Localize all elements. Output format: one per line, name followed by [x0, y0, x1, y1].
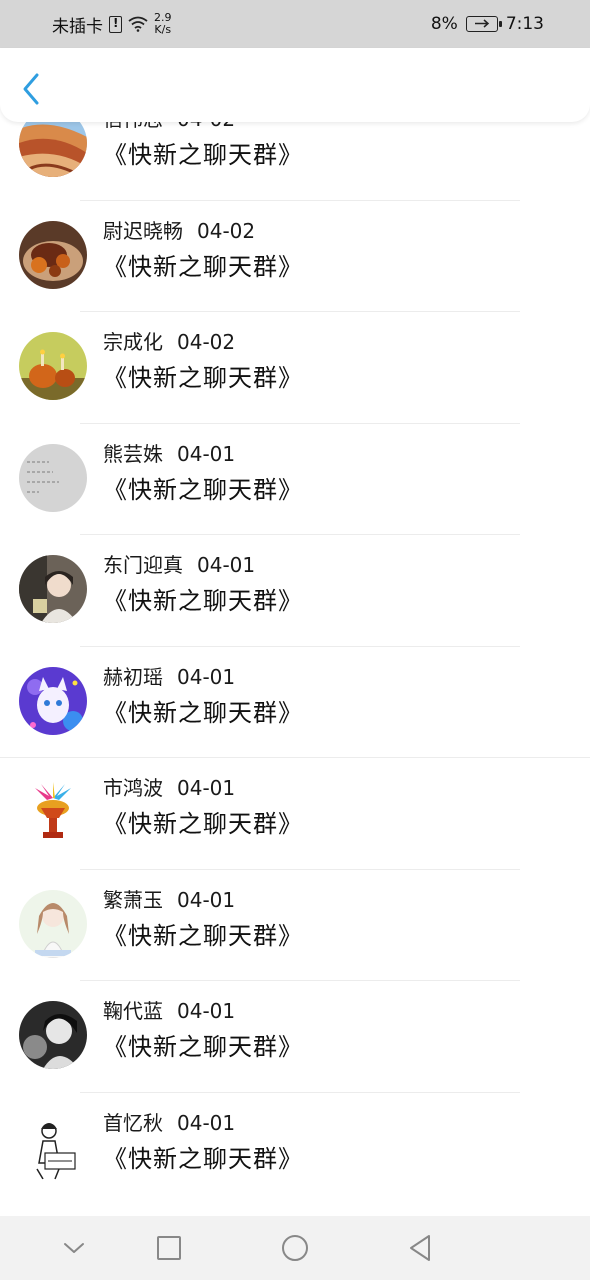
message-preview: 《快新之聊天群》: [103, 475, 303, 504]
nav-recents-button[interactable]: [153, 1232, 185, 1264]
wifi-icon: [128, 16, 148, 32]
member-name: 尉迟晓畅: [103, 218, 183, 243]
back-button[interactable]: [18, 72, 46, 106]
carrier-text: 未插卡: [52, 16, 103, 37]
nav-home-button[interactable]: [279, 1232, 311, 1264]
name-line: 繁萧玉 04-01: [103, 884, 235, 913]
avatar: [19, 555, 87, 623]
status-bar: 未插卡 2.9 K/s 8% 7:13: [0, 0, 590, 48]
avatar: [19, 220, 87, 289]
message-preview: 《快新之聊天群》: [103, 252, 303, 281]
name-line: 鞠代蓝 04-01: [103, 995, 235, 1024]
message-date: 04-01: [177, 1110, 236, 1135]
chevron-left-icon: [23, 73, 39, 105]
name-line: 赫初瑶 04-01: [103, 661, 235, 690]
avatar: [19, 889, 87, 958]
avatar: [19, 332, 87, 400]
message-preview: 《快新之聊天群》: [103, 1033, 303, 1061]
name-line: 首忆秋 04-01: [103, 1107, 235, 1136]
message-date: 04-01: [177, 776, 236, 800]
list-item[interactable]: 首忆秋 04-01 《快新之聊天群》: [0, 1093, 590, 1205]
list-item[interactable]: 信伟志 04-02 《快新之聊天群》: [0, 122, 590, 201]
avatar: [19, 443, 87, 512]
avatar: [19, 1001, 87, 1069]
list-item[interactable]: 市鸿波 04-01 《快新之聊天群》: [0, 758, 590, 870]
list-item[interactable]: 东门迎真 04-01 《快新之聊天群》: [0, 535, 590, 647]
message-date: 04-01: [177, 664, 236, 689]
list-item[interactable]: 熊芸姝 04-01 《快新之聊天群》: [0, 424, 590, 535]
message-date: 04-02: [197, 218, 256, 243]
status-left: 未插卡 2.9 K/s: [52, 12, 172, 37]
chat-member-list[interactable]: 信伟志 04-02 《快新之聊天群》 尉迟晓畅 04-02 《快新之聊天群》: [0, 122, 590, 1216]
member-name: 繁萧玉: [103, 887, 163, 912]
list-item[interactable]: 尉迟晓畅 04-02 《快新之聊天群》: [0, 201, 590, 312]
avatar: [19, 778, 87, 846]
message-date: 04-01: [197, 553, 256, 577]
name-line: 熊芸姝 04-01: [103, 438, 235, 467]
message-preview: 《快新之聊天群》: [103, 364, 303, 392]
nav-back-button[interactable]: [404, 1232, 436, 1264]
back-triangle-icon: [410, 1235, 430, 1261]
chevron-down-icon: [64, 1243, 84, 1253]
list-item[interactable]: 赫初瑶 04-01 《快新之聊天群》: [0, 647, 590, 758]
list-item[interactable]: 繁萧玉 04-01 《快新之聊天群》: [0, 870, 590, 981]
status-right: 8% 7:13: [431, 14, 544, 34]
member-name: 东门迎真: [103, 553, 183, 577]
member-name: 宗成化: [103, 330, 163, 354]
name-line: 尉迟晓畅 04-02: [103, 215, 255, 244]
name-line: 宗成化 04-02: [103, 326, 235, 355]
member-name: 市鸿波: [103, 776, 163, 800]
battery-percent: 8%: [430, 14, 458, 34]
avatar: [19, 122, 87, 177]
message-preview: 《快新之聊天群》: [103, 698, 303, 727]
member-name: 鞠代蓝: [103, 999, 163, 1023]
net-speed: 2.9 K/s: [154, 12, 172, 36]
message-preview: 《快新之聊天群》: [103, 587, 303, 615]
list-item[interactable]: 鞠代蓝 04-01 《快新之聊天群》: [0, 981, 590, 1093]
name-line: 信伟志 04-02: [103, 122, 235, 132]
clock: 7:13: [505, 14, 544, 34]
message-preview: 《快新之聊天群》: [103, 141, 303, 169]
name-line: 东门迎真 04-01: [103, 549, 255, 578]
message-date: 04-01: [177, 441, 236, 466]
avatar: [19, 666, 87, 735]
recents-square-icon: [157, 1236, 181, 1260]
app-header: [0, 48, 590, 122]
battery-charging-icon: [465, 16, 502, 32]
message-date: 04-01: [177, 999, 236, 1023]
name-line: 市鸿波 04-01: [103, 772, 235, 801]
system-nav-bar: [0, 1216, 590, 1280]
message-preview: 《快新之聊天群》: [103, 1144, 303, 1173]
avatar: [19, 1112, 87, 1181]
nav-hide-button[interactable]: [58, 1232, 90, 1264]
net-speed-unit: K/s: [154, 23, 172, 36]
list-item[interactable]: 宗成化 04-02 《快新之聊天群》: [0, 312, 590, 424]
message-preview: 《快新之聊天群》: [103, 810, 303, 838]
message-date: 04-02: [177, 122, 235, 131]
message-preview: 《快新之聊天群》: [103, 921, 303, 950]
member-name: 首忆秋: [103, 1110, 163, 1135]
sim-alert-icon: [109, 15, 122, 33]
message-date: 04-02: [177, 330, 236, 354]
member-name: 赫初瑶: [103, 664, 163, 689]
message-date: 04-01: [177, 887, 236, 912]
member-name: 熊芸姝: [103, 441, 163, 466]
member-name: 信伟志: [103, 122, 163, 131]
home-circle-icon: [282, 1235, 308, 1261]
